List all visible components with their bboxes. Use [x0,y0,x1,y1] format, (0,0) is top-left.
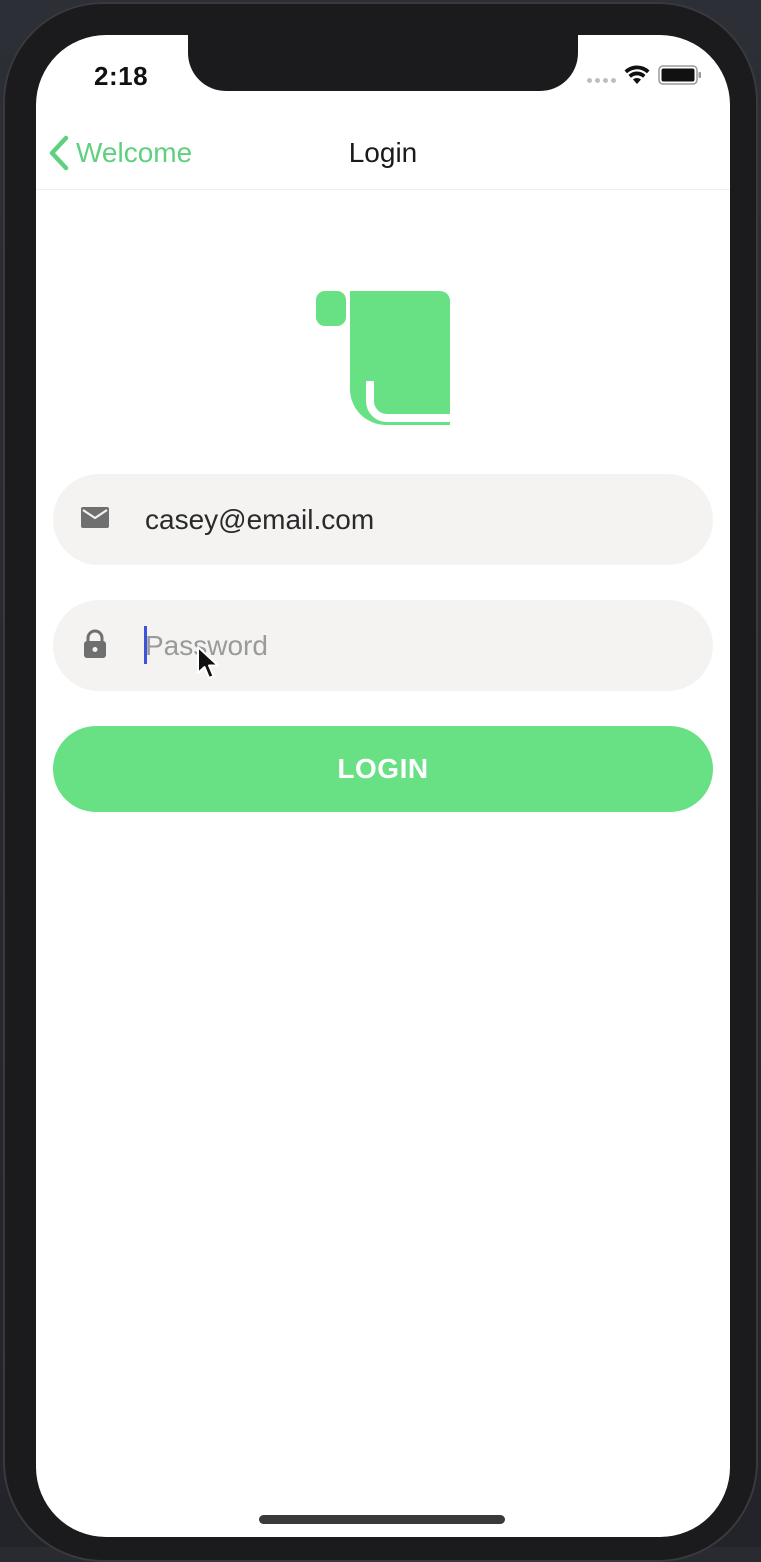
phone-frame: 2:18 Welcome Login casey@email.com Passw… [3,2,758,1562]
wifi-icon [624,65,650,84]
password-field[interactable]: Password [53,600,713,691]
cellular-signal-icon [587,67,616,83]
notch [188,35,578,91]
email-value: casey@email.com [145,504,375,535]
navigation-bar: Welcome Login [36,121,730,190]
login-button-label: LOGIN [337,753,429,784]
email-field[interactable]: casey@email.com [53,474,713,565]
phone-screen: 2:18 Welcome Login casey@email.com Passw… [36,35,730,1537]
login-button[interactable]: LOGIN [53,726,713,812]
mail-icon [81,507,109,528]
battery-icon [658,65,701,85]
status-time: 2:18 [94,61,149,91]
home-indicator[interactable] [259,1515,505,1524]
status-icons [587,65,702,85]
lock-icon [84,629,106,658]
mouse-pointer-icon [197,646,219,679]
page-title: Login [348,137,418,168]
scroll-icon [316,291,450,425]
